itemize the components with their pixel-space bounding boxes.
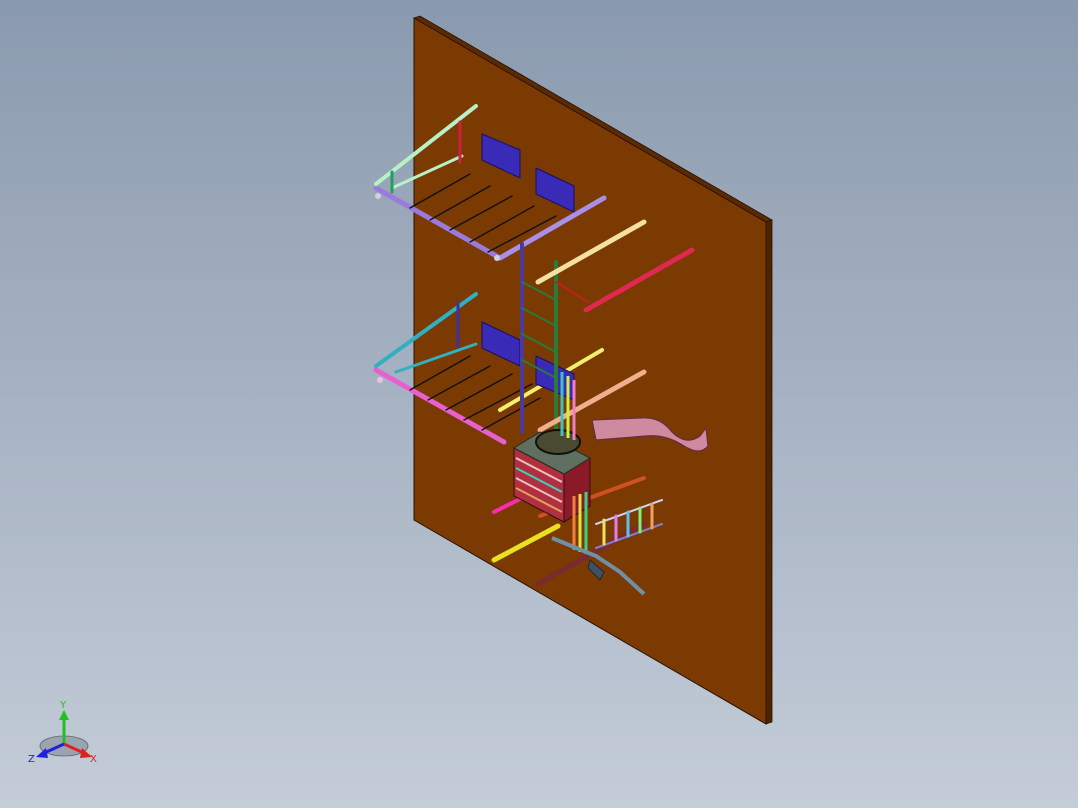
triad-z-label: Z — [28, 754, 35, 765]
model-scene[interactable]: Y X Z — [0, 0, 1078, 808]
upper-shelf-knob — [375, 193, 381, 199]
triad-y-label: Y — [59, 700, 67, 711]
middle-shelf-knob — [377, 377, 383, 383]
triad-y-arrow-icon — [59, 710, 69, 720]
backboard-face — [413, 17, 767, 725]
backboard-edge-right — [765, 219, 773, 725]
triad-x-label: X — [90, 754, 97, 765]
3d-viewport[interactable]: Y X Z — [0, 0, 1078, 808]
orientation-triad[interactable]: Y X Z — [28, 700, 97, 765]
upper-shelf-knob — [494, 255, 500, 261]
backboard[interactable] — [413, 15, 773, 725]
